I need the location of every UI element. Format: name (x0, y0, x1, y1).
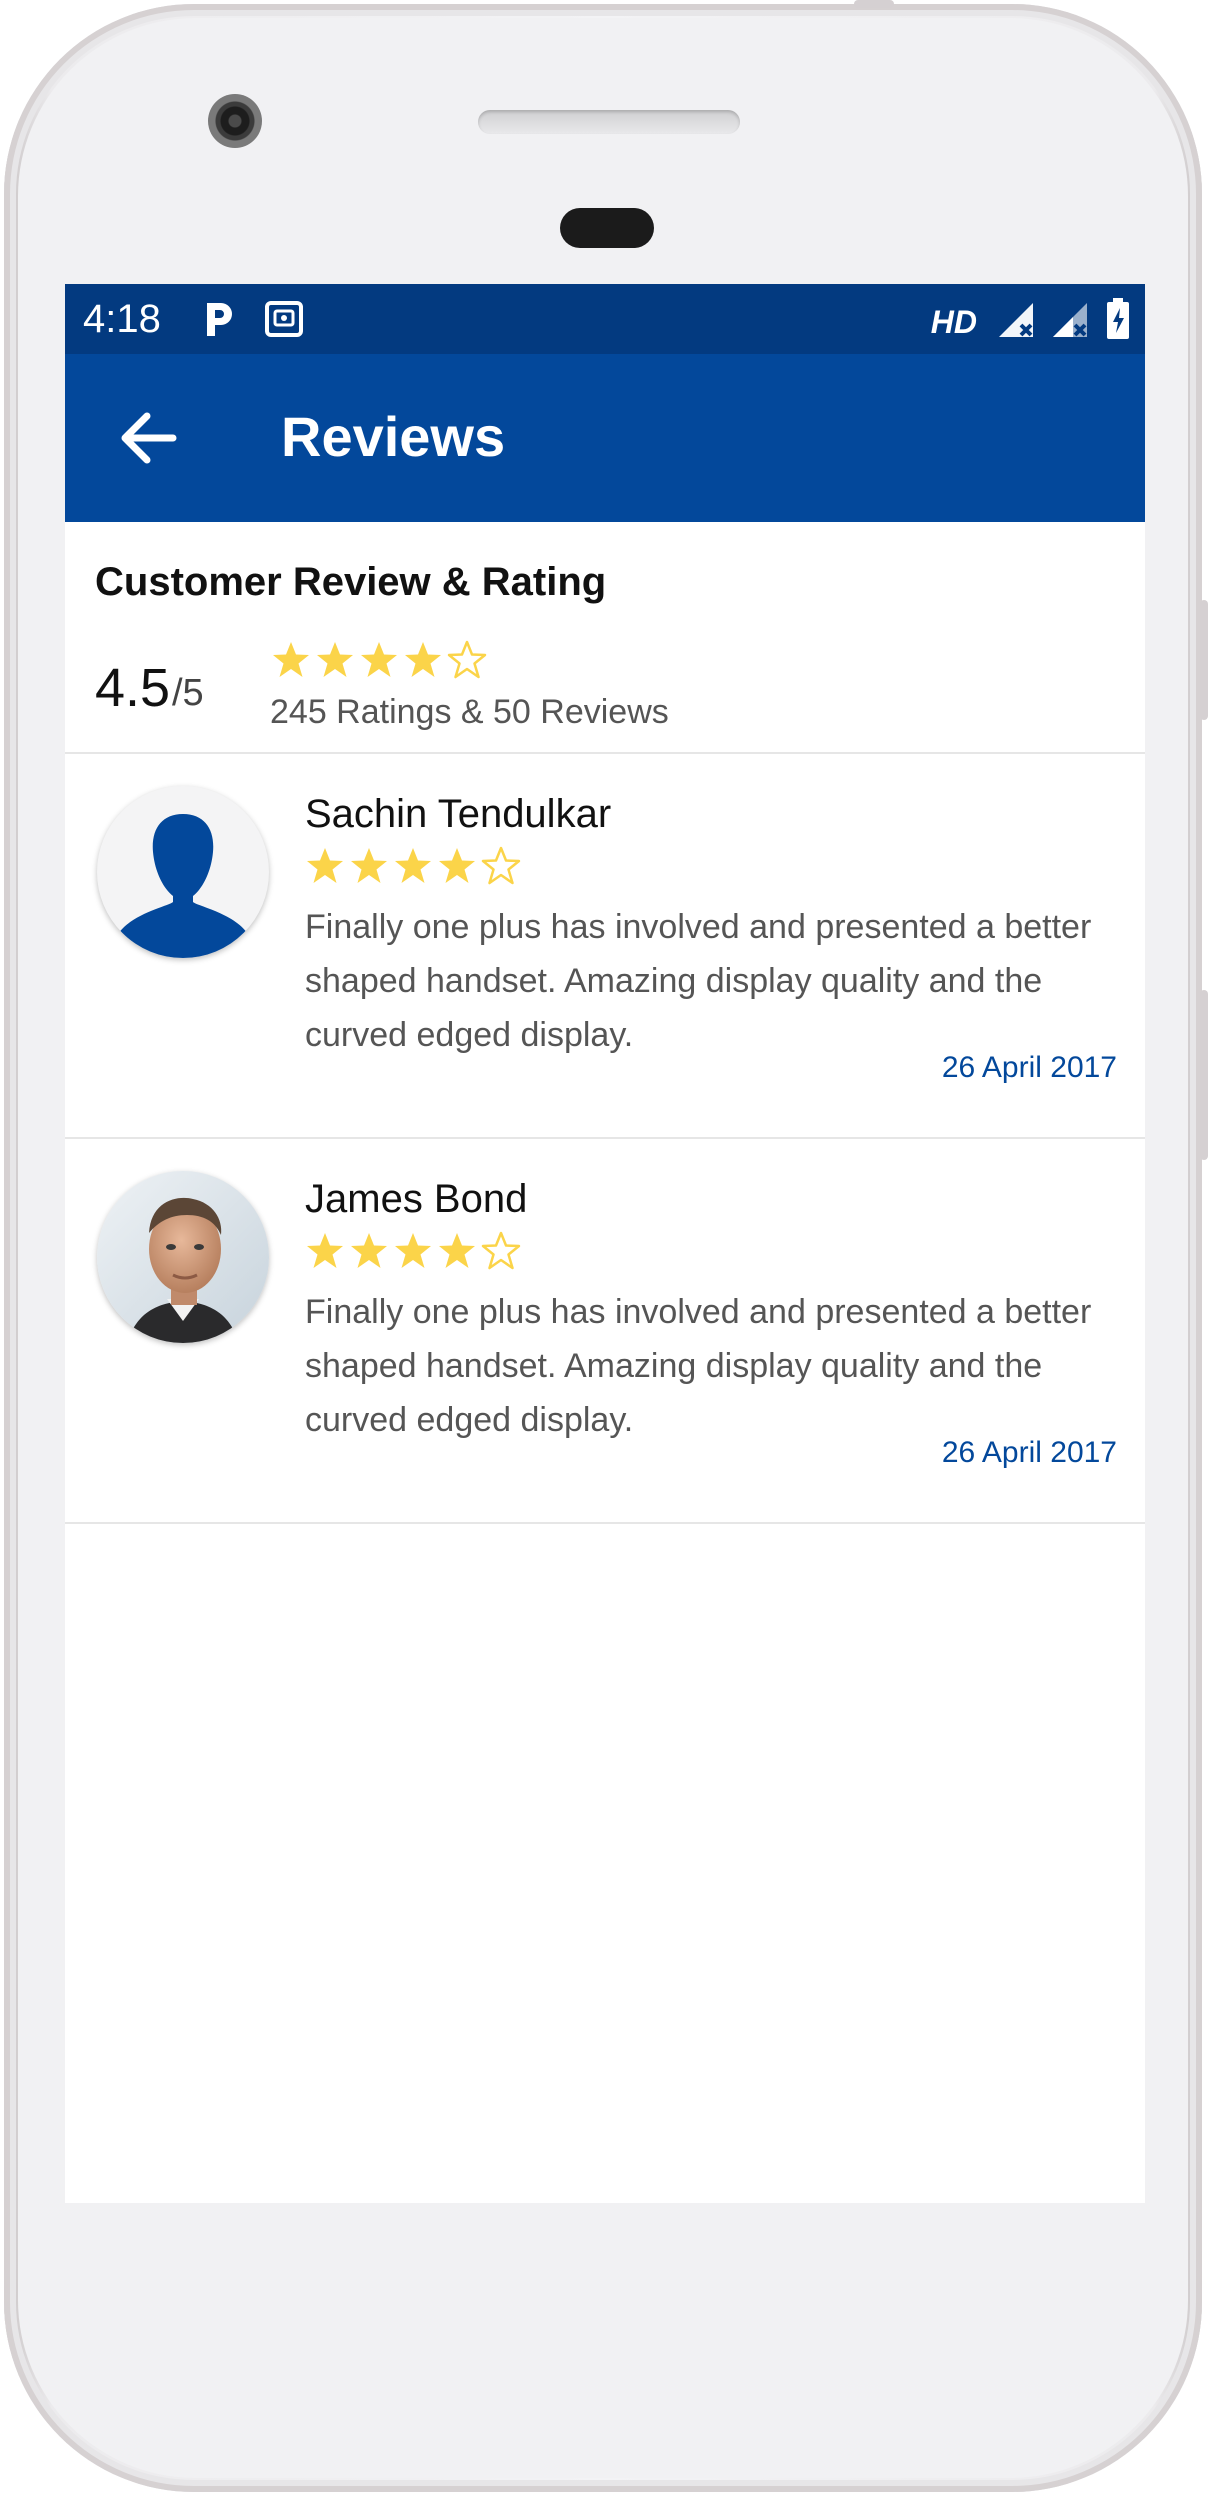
notification-icons (202, 300, 304, 343)
review-item: Sachin Tendulkar Finally one plus has in… (65, 754, 1145, 1139)
avatar (97, 1171, 269, 1343)
sim-card-icon (264, 300, 304, 343)
back-button[interactable] (115, 406, 183, 470)
star-filled-icon (307, 1233, 343, 1268)
star-filled-icon (395, 848, 431, 883)
volume-button (1200, 990, 1208, 1160)
star-filled-icon (361, 642, 397, 677)
review-text: Finally one plus has involved and presen… (305, 908, 1092, 1054)
earpiece-speaker (478, 110, 740, 134)
top-button (854, 0, 894, 8)
review-date: 26 April 2017 (941, 1436, 1117, 1469)
star-empty-icon (481, 1231, 521, 1270)
review-text: Finally one plus has involved and presen… (305, 1293, 1092, 1439)
system-status-icons: HD (931, 298, 1131, 345)
network-label: HD (930, 303, 977, 340)
review-star-rating (305, 1231, 521, 1271)
front-camera (208, 94, 262, 148)
signal-2-icon (1051, 299, 1091, 344)
star-filled-icon (317, 642, 353, 677)
star-filled-icon (405, 642, 441, 677)
summary-heading: Customer Review & Rating (95, 560, 607, 604)
parking-icon (202, 300, 236, 343)
avatar (97, 786, 269, 958)
star-empty-icon (447, 640, 487, 679)
app-bar: Reviews (65, 354, 1145, 522)
rating-scale: /5 (172, 672, 204, 714)
star-empty-icon (481, 846, 521, 885)
review-date: 26 April 2017 (941, 1051, 1117, 1084)
star-filled-icon (351, 1233, 387, 1268)
status-bar: 4:18 HD (65, 284, 1145, 354)
user-silhouette-icon (117, 814, 249, 958)
reviewer-name: Sachin Tendulkar (305, 792, 612, 836)
power-button (1200, 600, 1208, 720)
arrow-back-icon (115, 412, 183, 474)
star-filled-icon (351, 848, 387, 883)
page-title: Reviews (281, 405, 506, 468)
battery-charging-icon (1105, 298, 1131, 345)
app-screen: 4:18 HD Reviews Customer Review & Rating… (65, 284, 1145, 2203)
proximity-sensor (560, 208, 654, 248)
summary-star-rating (271, 640, 487, 680)
rating-summary: Customer Review & Rating 4.5 /5 245 Rati… (65, 522, 1145, 754)
status-time: 4:18 (83, 297, 161, 341)
star-filled-icon (439, 1233, 475, 1268)
signal-1-icon (997, 299, 1037, 344)
user-photo (97, 1171, 269, 1343)
average-rating: 4.5 (95, 658, 171, 718)
review-star-rating (305, 846, 521, 886)
star-filled-icon (439, 848, 475, 883)
ratings-count: 245 Ratings & 50 Reviews (270, 693, 669, 731)
star-filled-icon (273, 642, 309, 677)
star-filled-icon (307, 848, 343, 883)
reviewer-name: James Bond (305, 1177, 528, 1221)
review-item: James Bond Finally one plus has involved… (65, 1139, 1145, 1524)
star-filled-icon (395, 1233, 431, 1268)
